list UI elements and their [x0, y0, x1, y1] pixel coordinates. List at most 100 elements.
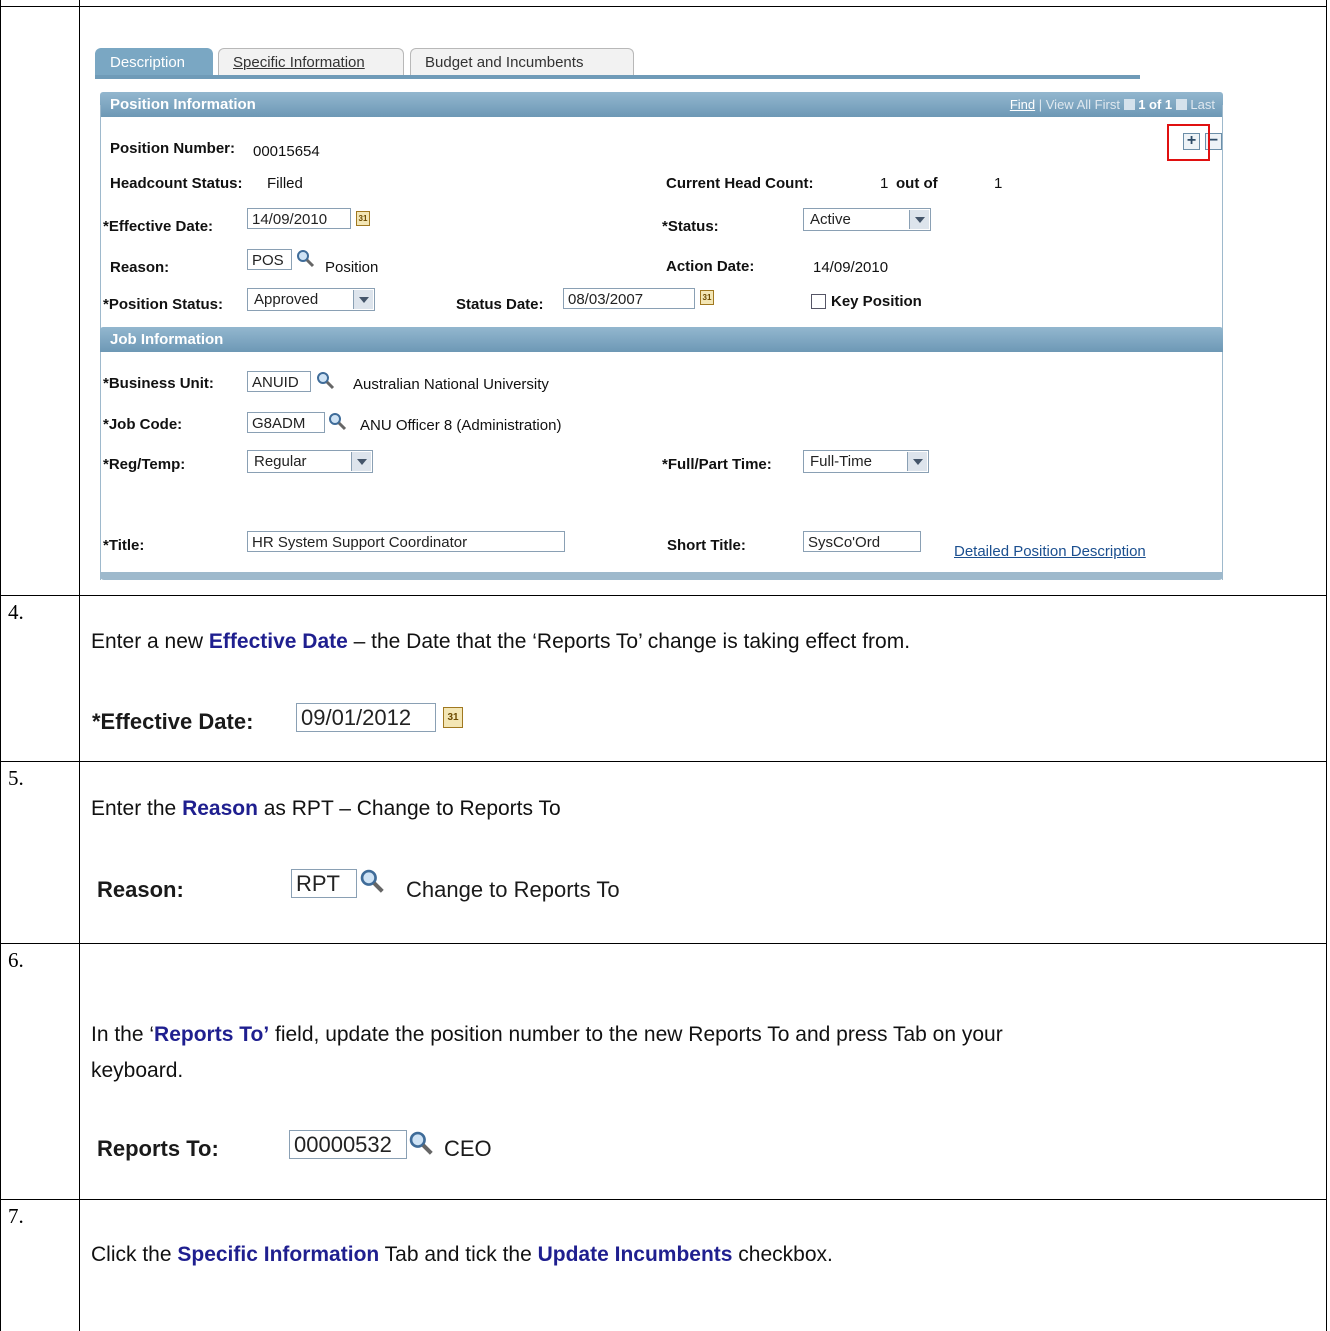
reason-description: Position	[325, 259, 379, 276]
example-reports-to-input[interactable]: 00000532	[289, 1130, 407, 1159]
instruction-text: Enter a new	[91, 630, 209, 653]
position-number-label: Position Number:	[110, 140, 236, 157]
action-date-label: Action Date:	[666, 258, 755, 275]
step-number: 6.	[8, 948, 24, 972]
reg-temp-select[interactable]: Regular	[247, 450, 373, 473]
chevron-down-icon	[907, 452, 927, 471]
example-effective-date-input[interactable]: 09/01/2012	[296, 703, 436, 732]
job-code-label: *Job Code:	[103, 416, 183, 433]
instruction-text: Enter the	[91, 797, 183, 820]
section-title: Job Information	[110, 331, 224, 348]
instruction-bold: Specific Information	[177, 1243, 380, 1266]
current-head-count-value: 1	[880, 175, 889, 192]
position-status-label: *Position Status:	[103, 296, 224, 313]
instruction-text: Tab and tick the	[379, 1243, 538, 1266]
instruction-bold: Reason	[182, 797, 258, 820]
example-reports-to-description: CEO	[444, 1136, 492, 1161]
headcount-status-label: Headcount Status:	[110, 175, 243, 192]
table-rule	[0, 1199, 1326, 1200]
calendar-icon[interactable]: 31	[356, 211, 370, 226]
search-icon[interactable]	[295, 248, 315, 268]
step-number: 4.	[8, 600, 24, 624]
tab-specific-information[interactable]: Specific Information	[218, 48, 404, 76]
short-title-label: Short Title:	[667, 537, 746, 554]
table-column-rule	[79, 0, 80, 1331]
table-border-top	[0, 6, 1326, 7]
business-unit-input[interactable]: ANUID	[247, 371, 311, 392]
reg-temp-label: *Reg/Temp:	[103, 456, 186, 473]
table-border-right	[1326, 0, 1327, 1331]
table-rule	[0, 761, 1326, 762]
detailed-position-description-link[interactable]: Detailed Position Description	[954, 543, 1146, 560]
search-icon[interactable]	[315, 370, 335, 390]
instruction-text: field, update the position number to the…	[269, 1023, 1003, 1046]
title-input[interactable]: HR System Support Coordinator	[247, 531, 565, 552]
status-date-input[interactable]: 08/03/2007	[563, 288, 695, 309]
current-head-count-label: Current Head Count:	[666, 175, 814, 192]
status-select[interactable]: Active	[803, 208, 931, 231]
full-part-time-select[interactable]: Full-Time	[803, 450, 929, 473]
full-part-time-label: *Full/Part Time:	[662, 456, 772, 473]
key-position-checkbox[interactable]	[811, 294, 826, 309]
chevron-down-icon	[351, 452, 371, 471]
peoplesoft-screenshot: Description Specific Information Budget …	[90, 40, 1230, 580]
key-position-label: Key Position	[831, 293, 922, 310]
effective-date-label: *Effective Date:	[103, 218, 214, 235]
step-number: 5.	[8, 766, 24, 790]
search-icon[interactable]	[358, 867, 385, 894]
step-instruction: Click the Specific Information Tab and t…	[91, 1243, 833, 1267]
tab-specific-information-label: Specific Information	[233, 54, 365, 71]
instruction-bold: Update Incumbents	[537, 1243, 733, 1266]
example-reason-input[interactable]: RPT	[291, 869, 357, 898]
chevron-down-icon	[353, 290, 373, 309]
job-code-description: ANU Officer 8 (Administration)	[360, 417, 562, 434]
example-reason-description: Change to Reports To	[406, 877, 620, 902]
example-reason-label: Reason:	[97, 877, 184, 902]
status-value: Active	[810, 211, 851, 228]
step-instruction: Enter the Reason as RPT – Change to Repo…	[91, 797, 561, 821]
instruction-bold: Effective Date	[208, 630, 348, 653]
tab-budget-label: Budget and Incumbents	[425, 54, 584, 71]
full-part-time-value: Full-Time	[810, 453, 872, 470]
instruction-bold: Reports To’	[154, 1023, 270, 1046]
tab-underline	[95, 75, 1140, 79]
instruction-text-line2: keyboard.	[91, 1059, 184, 1082]
search-icon[interactable]	[327, 411, 347, 431]
job-code-input[interactable]: G8ADM	[247, 412, 325, 433]
table-rule	[0, 943, 1326, 944]
job-information-header: Job Information	[100, 327, 1223, 352]
step-number: 7.	[8, 1204, 24, 1228]
max-head-count-value: 1	[994, 175, 1003, 192]
table-border-left	[0, 0, 1, 1331]
instruction-text: checkbox.	[732, 1243, 833, 1266]
calendar-icon[interactable]: 31	[700, 290, 714, 305]
instruction-text: – the Date that the ‘Reports To’ change …	[347, 630, 911, 653]
instruction-text: as RPT – Change to Reports To	[257, 797, 561, 820]
reason-label: Reason:	[110, 259, 170, 276]
out-of-label: out of	[896, 175, 938, 192]
reg-temp-value: Regular	[254, 453, 307, 470]
effective-date-input[interactable]: 14/09/2010	[247, 208, 351, 229]
position-number-value: 00015654	[253, 143, 320, 160]
reason-input[interactable]: POS	[247, 249, 292, 270]
document-table: Description Specific Information Budget …	[0, 0, 1330, 1331]
table-rule	[0, 595, 1326, 596]
short-title-input[interactable]: SysCo'Ord	[803, 531, 921, 552]
position-status-select[interactable]: Approved	[247, 288, 375, 311]
status-label: *Status:	[662, 218, 719, 235]
status-date-label: Status Date:	[456, 296, 544, 313]
instruction-text: In the ‘	[91, 1023, 155, 1046]
instruction-text: Click the	[91, 1243, 178, 1266]
action-date-value: 14/09/2010	[813, 259, 889, 276]
search-icon[interactable]	[407, 1129, 434, 1156]
calendar-icon[interactable]: 31	[443, 707, 463, 728]
position-status-value: Approved	[254, 291, 319, 308]
tab-budget-and-incumbents[interactable]: Budget and Incumbents	[410, 48, 634, 76]
step-instruction: Enter a new Effective Date – the Date th…	[91, 630, 910, 654]
step-instruction: In the ‘Reports To’ field, update the po…	[91, 1023, 1003, 1047]
tab-description[interactable]: Description	[95, 48, 213, 76]
business-unit-label: *Business Unit:	[103, 375, 214, 392]
chevron-down-icon	[909, 210, 929, 229]
headcount-status-value: Filled	[267, 175, 303, 192]
highlight-box	[1167, 124, 1210, 161]
